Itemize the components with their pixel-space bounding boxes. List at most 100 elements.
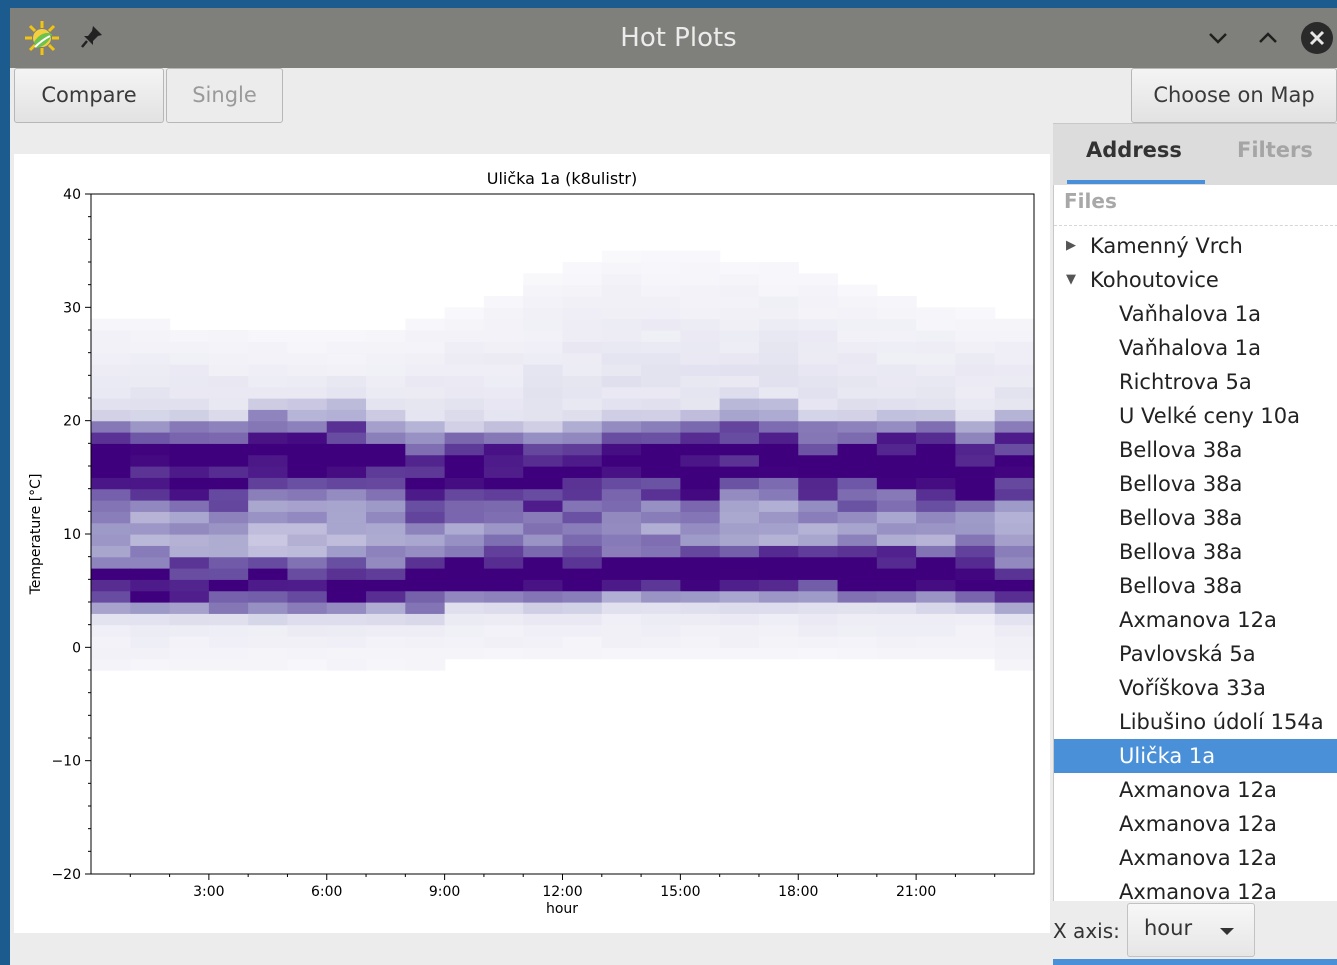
heatmap-cell (719, 466, 760, 478)
heatmap-cell (837, 511, 878, 524)
heatmap-cell (130, 409, 171, 422)
heatmap-cell (680, 624, 721, 637)
heatmap-cell (326, 409, 367, 422)
tree-file-row[interactable]: Bellova 38a (1054, 535, 1337, 569)
heatmap-cell (130, 613, 171, 626)
heatmap-cell (876, 330, 917, 342)
heatmap-cell (758, 454, 799, 467)
heatmap-cell (523, 500, 564, 512)
heatmap-cell (837, 522, 878, 535)
tab-filters[interactable]: Filters (1237, 138, 1313, 162)
heatmap-cell (641, 262, 681, 274)
heatmap-cell (641, 443, 681, 456)
heatmap-cell (366, 488, 406, 501)
heatmap-cell (641, 375, 681, 388)
heatmap-cell (208, 386, 249, 399)
heatmap-cell (601, 522, 642, 535)
heatmap-cell (876, 556, 917, 569)
heatmap-cell (405, 432, 446, 444)
tree-file-row[interactable]: Axmanova 12a (1054, 875, 1337, 901)
heatmap-cell (483, 454, 524, 467)
tree-file-row[interactable]: Vaňhalova 1a (1054, 331, 1337, 365)
expander-closed-icon[interactable]: ▶ (1066, 229, 1076, 263)
heatmap-cell (719, 409, 760, 422)
close-icon[interactable] (1300, 21, 1334, 55)
heatmap-cell (483, 590, 524, 603)
heatmap-cell (208, 375, 249, 388)
tree-file-row[interactable]: Axmanova 12a (1054, 807, 1337, 841)
heatmap-cell (287, 420, 328, 433)
heatmap-cell (444, 590, 485, 603)
heatmap-cell (719, 511, 760, 524)
minimize-icon[interactable] (1202, 22, 1234, 54)
tree-file-row[interactable]: Bellova 38a (1054, 467, 1337, 501)
heatmap-cell (562, 466, 603, 478)
heatmap-cell (876, 534, 917, 546)
heatmap-cell (994, 364, 1035, 376)
heatmap-cell (916, 568, 957, 580)
heatmap-cell (523, 273, 564, 286)
heatmap-cell (366, 443, 406, 456)
heatmap-cell (523, 398, 564, 410)
heatmap-cell (326, 454, 367, 467)
heatmap-cell (601, 534, 642, 546)
heatmap-cell (562, 556, 603, 569)
tree-file-row[interactable]: Pavlovská 5a (1054, 637, 1337, 671)
heatmap-cell (641, 296, 681, 308)
heatmap-cell (798, 534, 839, 546)
tree-column-header[interactable]: Files (1064, 189, 1117, 213)
heatmap-cell (208, 477, 249, 490)
heatmap-cell (405, 330, 446, 342)
tree-file-row[interactable]: U Velké ceny 10a (1054, 399, 1337, 433)
files-tree[interactable]: Files ▶ Kamenný Vrch ▼ Kohoutovice Vaňhalova… (1053, 185, 1337, 901)
tree-group-row[interactable]: ▼ Kohoutovice (1054, 263, 1337, 297)
x-axis-dropdown[interactable]: hour (1127, 903, 1255, 957)
tree-file-row[interactable]: Axmanova 12a (1054, 841, 1337, 875)
tree-file-row[interactable]: Axmanova 12a (1054, 603, 1337, 637)
heatmap-cell (366, 590, 406, 603)
heatmap-cell (287, 579, 328, 592)
heatmap-cell (876, 454, 917, 467)
heatmap-cell (641, 454, 681, 467)
heatmap-cell (366, 477, 406, 490)
tree-file-row[interactable]: Bellova 38a (1054, 433, 1337, 467)
tab-address[interactable]: Address (1086, 138, 1182, 162)
tree-group-row[interactable]: ▶ Kamenný Vrch (1054, 229, 1337, 263)
compare-button[interactable]: Compare (14, 68, 164, 123)
tree-file-row[interactable]: Vaňhalova 1a (1054, 297, 1337, 331)
heatmap-cell (405, 647, 446, 660)
tree-file-row[interactable]: Ulička 1a (1054, 739, 1337, 773)
single-button[interactable]: Single (166, 68, 283, 123)
heatmap-cell (798, 318, 839, 331)
expander-open-icon[interactable]: ▼ (1066, 263, 1076, 297)
pin-icon[interactable] (80, 24, 104, 50)
heatmap-cell (405, 477, 446, 490)
heatmap-cell (562, 375, 603, 388)
header-divider (1054, 225, 1337, 226)
x-tick-label: 18:00 (778, 884, 818, 900)
heatmap-cell (680, 647, 721, 660)
heatmap-cell (405, 590, 446, 603)
choose-on-map-button[interactable]: Choose on Map (1131, 68, 1337, 123)
tree-file-row[interactable]: Axmanova 12a (1054, 773, 1337, 807)
heatmap-cell (601, 579, 642, 592)
tree-file-row[interactable]: Richtrova 5a (1054, 365, 1337, 399)
tree-file-row[interactable]: Voříškova 33a (1054, 671, 1337, 705)
maximize-icon[interactable] (1252, 22, 1284, 54)
tree-file-row[interactable]: Bellova 38a (1054, 501, 1337, 535)
heatmap-cell (562, 534, 603, 546)
heatmap-cell (444, 352, 485, 365)
heatmap-cell (758, 522, 799, 535)
heatmap-cell (876, 386, 917, 399)
heatmap-cell (562, 432, 603, 444)
heatmap-cell (248, 398, 289, 410)
heatmap-cell (130, 647, 171, 660)
tree-file-row[interactable]: Bellova 38a (1054, 569, 1337, 603)
heatmap-cell (562, 398, 603, 410)
heatmap-cell (366, 534, 406, 546)
heatmap-cell (444, 534, 485, 546)
heatmap-cell (130, 500, 171, 512)
heatmap-cell (287, 341, 328, 354)
tree-file-row[interactable]: Libušino údolí 154a (1054, 705, 1337, 739)
heatmap-cell (916, 534, 957, 546)
